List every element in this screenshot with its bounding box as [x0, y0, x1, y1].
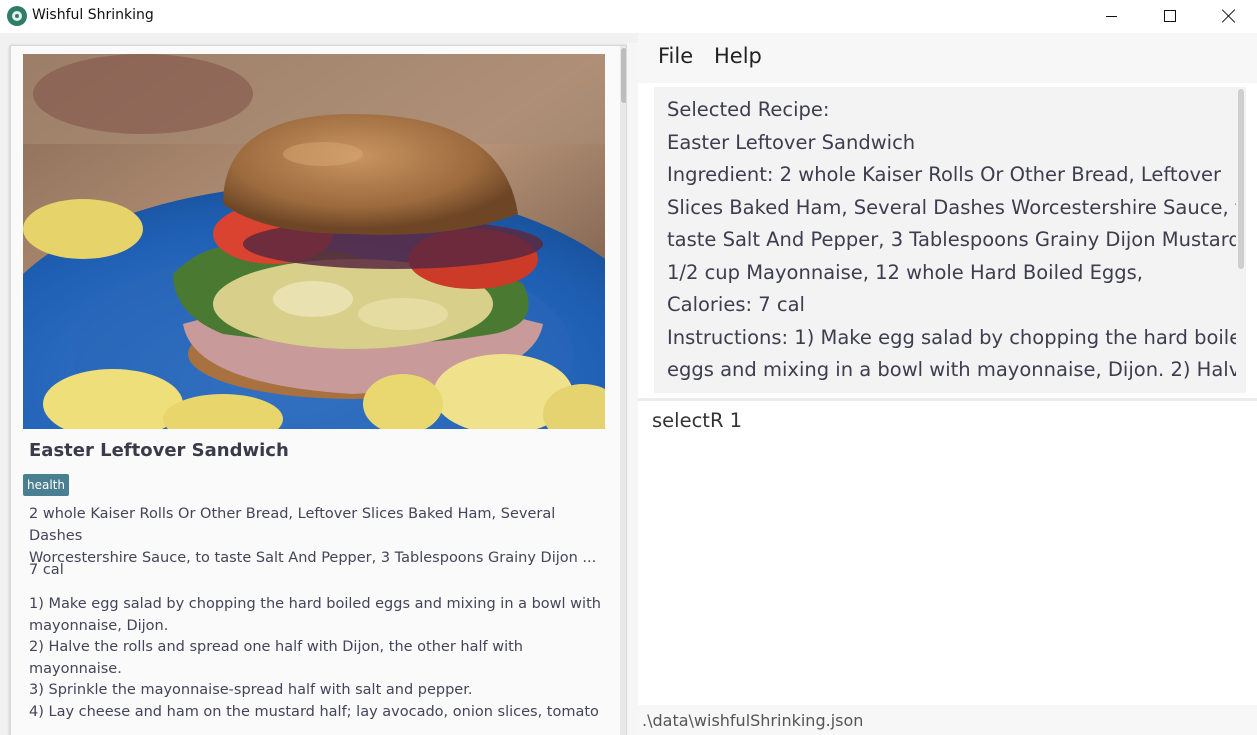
- recipe-list-panel[interactable]: Easter Leftover Sandwich health 2 whole …: [0, 33, 638, 735]
- ingredients-line: 2 whole Kaiser Rolls Or Other Bread, Lef…: [29, 506, 556, 544]
- window-title: Wishful Shrinking: [32, 7, 154, 23]
- menu-bar: File Help: [638, 33, 1257, 83]
- menu-help[interactable]: Help: [714, 44, 762, 68]
- result-scrollbar-thumb[interactable]: [1238, 89, 1244, 269]
- result-text: Selected Recipe: Easter Leftover Sandwic…: [667, 94, 1246, 387]
- result-line: Easter Leftover Sandwich: [667, 130, 916, 154]
- recipe-card[interactable]: Easter Leftover Sandwich health 2 whole …: [10, 45, 627, 735]
- instruction-line: 3) Sprinkle the mayonnaise-spread half w…: [29, 682, 473, 698]
- card-scrollbar[interactable]: [620, 46, 626, 735]
- maximize-icon: [1164, 10, 1176, 22]
- title-bar: Wishful Shrinking: [0, 0, 1257, 33]
- result-line: Ingredient: 2 whole Kaiser Rolls Or Othe…: [667, 163, 1222, 186]
- result-line: Calories: 7 cal: [667, 293, 805, 316]
- recipe-image: [23, 54, 605, 429]
- minimize-icon: [1105, 15, 1117, 17]
- result-line: eggs and mixing in a bowl with mayonnais…: [667, 358, 1246, 381]
- status-bar: .\data\wishfulShrinking.json: [638, 705, 1257, 735]
- close-icon: [1222, 9, 1236, 23]
- save-location: .\data\wishfulShrinking.json: [642, 711, 864, 730]
- tag-badge: health: [23, 474, 69, 496]
- instruction-line: mayonnaise, Dijon.: [29, 617, 169, 634]
- recipe-instructions: 1) Make egg salad by chopping the hard b…: [29, 594, 604, 723]
- close-button[interactable]: [1200, 0, 1257, 32]
- recipe-name: Easter Leftover Sandwich: [29, 440, 289, 461]
- minimize-button[interactable]: [1082, 0, 1140, 32]
- result-line: 1/2 cup Mayonnaise, 12 whole Hard Boiled…: [667, 260, 1143, 284]
- instruction-line: 4) Lay cheese and ham on the mustard hal…: [29, 703, 604, 720]
- result-line: Selected Recipe:: [667, 98, 830, 121]
- command-input[interactable]: [652, 409, 1232, 432]
- menu-file[interactable]: File: [658, 44, 693, 68]
- result-scrollbar[interactable]: [1236, 87, 1246, 393]
- result-line: Slices Baked Ham, Several Dashes Worcest…: [667, 195, 1246, 219]
- instruction-line: 1) Make egg salad by chopping the hard b…: [29, 596, 601, 612]
- list-scrollbar[interactable]: [627, 43, 638, 735]
- result-display[interactable]: Selected Recipe: Easter Leftover Sandwic…: [654, 87, 1246, 393]
- dish-icon: [7, 6, 27, 26]
- result-line: taste Salt And Pepper, 3 Tablespoons Gra…: [667, 228, 1246, 251]
- recipe-calories: 7 cal: [29, 562, 64, 578]
- instruction-line: 2) Halve the rolls and spread one half w…: [29, 639, 523, 655]
- result-line: Instructions: 1) Make egg salad by chopp…: [667, 325, 1246, 349]
- command-box[interactable]: [638, 401, 1257, 705]
- maximize-button[interactable]: [1141, 0, 1199, 32]
- instruction-line: mayonnaise.: [29, 660, 122, 677]
